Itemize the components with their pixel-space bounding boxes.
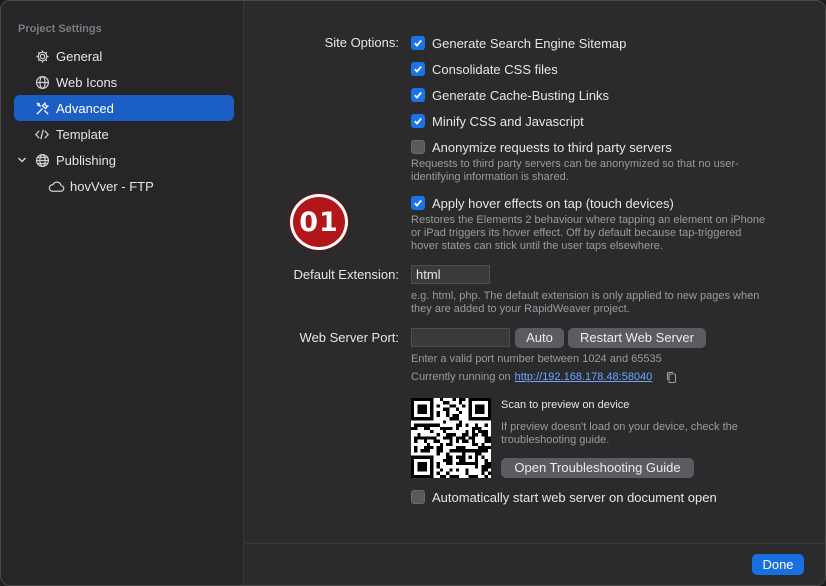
option-hover-effects[interactable]: Apply hover effects on tap (touch device… xyxy=(411,194,674,212)
auto-port-button[interactable]: Auto xyxy=(515,328,564,348)
option-anonymize[interactable]: Anonymize requests to third party server… xyxy=(411,138,672,156)
default-extension-help: e.g. html, php. The default extension is… xyxy=(411,290,760,315)
settings-window: Project Settings General Web Icons Advan… xyxy=(0,0,826,586)
checkbox[interactable] xyxy=(411,196,425,210)
footer-divider xyxy=(245,543,825,544)
port-help: Enter a valid port number between 1024 a… xyxy=(411,353,662,365)
copy-icon[interactable] xyxy=(666,371,677,384)
sidebar-item-label: Advanced xyxy=(56,100,114,116)
option-cache-busting[interactable]: Generate Cache-Busting Links xyxy=(411,86,609,104)
site-options-label: Site Options: xyxy=(324,35,399,50)
option-sitemap[interactable]: Generate Search Engine Sitemap xyxy=(411,34,626,52)
scan-title: Scan to preview on device xyxy=(501,399,630,411)
checkbox[interactable] xyxy=(411,88,425,102)
step-number-badge: 01 xyxy=(290,194,348,250)
hover-effects-help: Restores the Elements 2 behaviour where … xyxy=(411,214,766,252)
sidebar-item-label: Template xyxy=(56,126,109,142)
globe-icon xyxy=(33,151,51,169)
option-consolidate-css[interactable]: Consolidate CSS files xyxy=(411,60,558,78)
done-button[interactable]: Done xyxy=(752,554,804,575)
chevron-down-icon[interactable] xyxy=(16,152,28,168)
preview-help: If preview doesn't load on your device, … xyxy=(501,421,738,446)
web-server-port-input[interactable] xyxy=(411,328,510,347)
option-minify[interactable]: Minify CSS and Javascript xyxy=(411,112,584,130)
anonymize-help: Requests to third party servers can be a… xyxy=(411,158,739,183)
sidebar-item-label: Web Icons xyxy=(56,74,118,90)
server-url-link[interactable]: http://192.168.178.48:58040 xyxy=(515,371,653,384)
code-icon xyxy=(33,125,51,143)
web-server-port-label: Web Server Port: xyxy=(299,330,399,345)
option-autostart-server[interactable]: Automatically start web server on docume… xyxy=(411,488,717,506)
sidebar-item-publishing[interactable]: Publishing xyxy=(14,147,234,173)
checkbox[interactable] xyxy=(411,62,425,76)
cloud-icon xyxy=(47,177,65,195)
restart-web-server-button[interactable]: Restart Web Server xyxy=(568,328,706,348)
sidebar-item-template[interactable]: Template xyxy=(14,121,234,147)
open-troubleshooting-button[interactable]: Open Troubleshooting Guide xyxy=(501,458,694,478)
default-extension-input[interactable] xyxy=(411,265,490,284)
sidebar-item-label: General xyxy=(56,48,103,64)
sidebar-header: Project Settings xyxy=(18,23,102,35)
checkbox[interactable] xyxy=(411,140,425,154)
qr-code xyxy=(411,398,491,478)
checkbox[interactable] xyxy=(411,114,425,128)
sidebar-item-advanced[interactable]: Advanced xyxy=(14,95,234,121)
sidebar-item-label: Publishing xyxy=(56,152,116,168)
running-on-row: Currently running on http://192.168.178.… xyxy=(411,371,811,384)
sidebar-item-general[interactable]: General xyxy=(14,43,234,69)
checkbox[interactable] xyxy=(411,36,425,50)
sidebar-item-web-icons[interactable]: Web Icons xyxy=(14,69,234,95)
gear-icon xyxy=(33,47,51,65)
checkbox[interactable] xyxy=(411,490,425,504)
sidebar: Project Settings General Web Icons Advan… xyxy=(1,1,244,585)
globe-icon xyxy=(33,73,51,91)
default-extension-label: Default Extension: xyxy=(293,267,399,282)
tools-icon xyxy=(33,99,51,117)
sidebar-item-ftp[interactable]: hovVver - FTP xyxy=(14,173,234,199)
sidebar-item-label: hovVver - FTP xyxy=(70,178,154,194)
